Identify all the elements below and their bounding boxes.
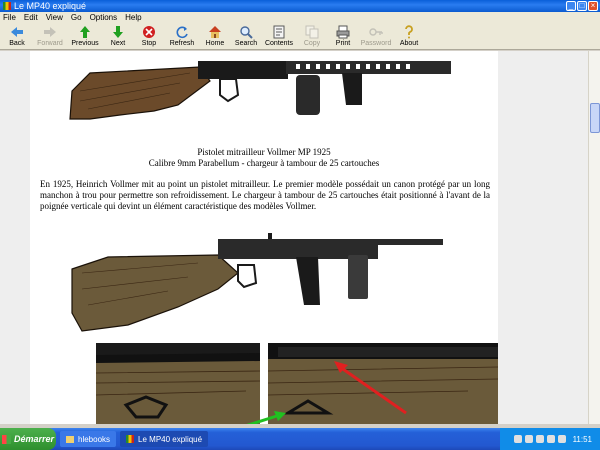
menu-go[interactable]: Go	[71, 13, 82, 22]
menu-view[interactable]: View	[46, 13, 63, 22]
back-button[interactable]: Back	[2, 23, 32, 50]
copy-button[interactable]: Copy	[297, 23, 327, 50]
copy-label: Copy	[303, 40, 321, 47]
menu-file[interactable]: File	[3, 13, 16, 22]
article-paragraph: En 1925, Heinrich Vollmer mit au point u…	[40, 179, 490, 211]
home-icon	[208, 25, 222, 39]
password-label: Password	[360, 40, 392, 47]
menu-help[interactable]: Help	[125, 13, 141, 22]
maximize-button[interactable]: □	[577, 1, 587, 11]
next-label: Next	[110, 40, 126, 47]
print-label: Print	[335, 40, 351, 47]
stop-icon	[142, 25, 156, 39]
system-tray: 11:51	[500, 428, 600, 450]
folder-icon	[66, 435, 74, 443]
print-button[interactable]: Print	[328, 23, 358, 50]
task-hlebooks[interactable]: hlebooks	[60, 431, 117, 447]
print-icon	[336, 25, 350, 39]
tray-icon[interactable]	[513, 435, 522, 443]
tray-icon[interactable]	[535, 435, 544, 443]
start-label: Démarrer	[13, 434, 55, 444]
previous-label: Previous	[71, 40, 99, 47]
task-mp40-label: Le MP40 expliqué	[138, 434, 203, 444]
about-button[interactable]: About	[394, 23, 424, 50]
task-hlebooks-label: hlebooks	[78, 434, 111, 444]
search-icon	[239, 25, 253, 39]
copy-icon	[305, 25, 319, 39]
menu-bar: File Edit View Go Options Help	[0, 12, 600, 23]
password-icon	[369, 25, 383, 39]
tray-icon[interactable]	[557, 435, 566, 443]
clock: 11:51	[572, 434, 592, 444]
red-annotation-arrow	[334, 361, 407, 415]
vollmer-mp-side-view-illustration	[71, 233, 443, 332]
contents-icon	[272, 25, 286, 39]
window-controls: _ □ ×	[566, 1, 598, 11]
menu-options[interactable]: Options	[90, 13, 118, 22]
previous-button[interactable]: Previous	[68, 23, 102, 50]
refresh-icon	[175, 25, 189, 39]
about-icon	[402, 25, 416, 39]
back-arrow-icon	[10, 25, 24, 39]
figure-caption-line2: Calibre 9mm Parabellum - chargeur à tamb…	[148, 158, 380, 168]
home-button[interactable]: Home	[200, 23, 230, 50]
close-button[interactable]: ×	[588, 1, 598, 11]
next-button[interactable]: Next	[103, 23, 133, 50]
refresh-label: Refresh	[169, 40, 195, 47]
toolbar: Back Forward Previous Next Stop Refresh …	[0, 23, 600, 50]
password-button[interactable]: Password	[359, 23, 393, 50]
windows-logo-icon	[1, 434, 11, 444]
figure-caption-line1: Pistolet mitrailleur Vollmer MP 1925	[197, 147, 331, 157]
tray-icon[interactable]	[546, 435, 555, 443]
app-icon	[126, 435, 135, 443]
title-bar: Le MP40 expliqué _ □ ×	[0, 0, 600, 12]
stop-label: Stop	[141, 40, 157, 47]
task-mp40[interactable]: Le MP40 expliqué	[120, 431, 209, 447]
menu-edit[interactable]: Edit	[24, 13, 38, 22]
green-annotation-arrow	[246, 411, 286, 424]
page-margin-left	[0, 51, 30, 424]
search-label: Search	[234, 40, 258, 47]
stop-button[interactable]: Stop	[134, 23, 164, 50]
vertical-scrollbar[interactable]	[588, 51, 600, 424]
content-viewport: Pistolet mitrailleur Vollmer MP 1925 Cal…	[0, 51, 600, 424]
forward-label: Forward	[37, 40, 63, 47]
about-label: About	[399, 40, 419, 47]
refresh-button[interactable]: Refresh	[165, 23, 199, 50]
back-label: Back	[9, 40, 25, 47]
page-margin-right	[498, 51, 588, 424]
window-title: Le MP40 expliqué	[14, 1, 87, 11]
contents-button[interactable]: Contents	[262, 23, 296, 50]
home-label: Home	[205, 40, 225, 47]
vollmer-mp1925-illustration	[69, 61, 451, 120]
app-icon	[3, 2, 11, 10]
up-arrow-icon	[78, 25, 92, 39]
minimize-button[interactable]: _	[566, 1, 576, 11]
down-arrow-icon	[111, 25, 125, 39]
scrollbar-thumb[interactable]	[590, 103, 600, 133]
start-button[interactable]: Démarrer	[0, 428, 56, 450]
contents-label: Contents	[264, 40, 294, 47]
taskbar: Démarrer hlebooks Le MP40 expliqué 11:51	[0, 428, 600, 450]
detail-photo-left	[95, 343, 261, 424]
forward-arrow-icon	[43, 25, 57, 39]
tray-icon[interactable]	[524, 435, 533, 443]
search-button[interactable]: Search	[231, 23, 261, 50]
forward-button[interactable]: Forward	[33, 23, 67, 50]
